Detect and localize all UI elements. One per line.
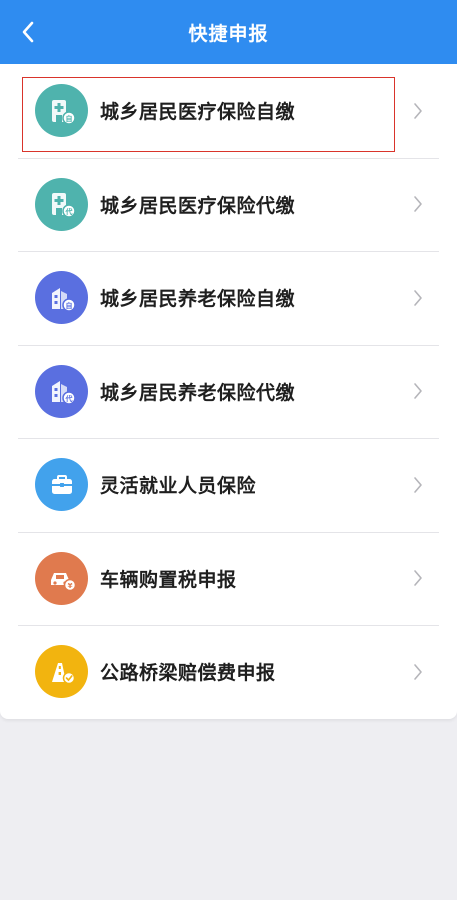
list-item-medical-self-pay[interactable]: 自 城乡居民医疗保险自缴: [0, 64, 457, 158]
chevron-right-icon: [411, 288, 425, 308]
pension-insurance-proxy-pay-icon: 代: [35, 364, 88, 418]
svg-text:代: 代: [64, 394, 72, 403]
pension-insurance-self-pay-icon: 自: [35, 271, 88, 325]
list-item-medical-proxy-pay[interactable]: 代 城乡居民医疗保险代缴: [0, 157, 457, 252]
svg-text:¥: ¥: [67, 582, 72, 590]
list-item-road-bridge-compensation[interactable]: 公路桥梁赔偿费申报: [0, 625, 457, 719]
back-button[interactable]: [12, 16, 44, 48]
chevron-right-icon: [411, 381, 425, 401]
medical-insurance-self-pay-icon: 自: [35, 84, 88, 138]
chevron-right-icon: [411, 662, 425, 682]
svg-text:自: 自: [65, 301, 72, 310]
chevron-right-icon: [411, 101, 425, 121]
car-icon: ¥: [35, 551, 88, 605]
item-label: 城乡居民养老保险代缴: [100, 381, 296, 404]
list-item-pension-self-pay[interactable]: 自 城乡居民养老保险自缴: [0, 251, 457, 345]
chevron-right-icon: [411, 568, 425, 588]
item-label: 灵活就业人员保险: [100, 475, 257, 498]
svg-text:自: 自: [65, 114, 72, 123]
chevron-right-icon: [411, 194, 425, 214]
item-label: 城乡居民医疗保险自缴: [100, 101, 296, 124]
list-item-pension-proxy-pay[interactable]: 代 城乡居民养老保险代缴: [0, 344, 457, 439]
briefcase-icon: [35, 458, 88, 512]
chevron-left-icon: [22, 21, 34, 43]
item-label: 车辆购置税申报: [100, 568, 237, 591]
road-bridge-icon: [35, 645, 88, 699]
list-item-vehicle-purchase-tax[interactable]: ¥ 车辆购置税申报: [0, 531, 457, 626]
chevron-right-icon: [411, 475, 425, 495]
item-label: 公路桥梁赔偿费申报: [100, 662, 276, 685]
medical-insurance-proxy-pay-icon: 代: [35, 177, 88, 231]
item-label: 城乡居民养老保险自缴: [100, 288, 296, 311]
declaration-list: 自 城乡居民医疗保险自缴 代 城乡居民医疗保险代缴 自 城乡居民养老保险自缴 代…: [0, 64, 457, 719]
app-header: 快捷申报: [0, 0, 457, 64]
svg-text:代: 代: [64, 207, 72, 216]
list-item-flexible-employment[interactable]: 灵活就业人员保险: [0, 438, 457, 532]
item-label: 城乡居民医疗保险代缴: [100, 194, 296, 217]
page-title: 快捷申报: [188, 22, 269, 45]
